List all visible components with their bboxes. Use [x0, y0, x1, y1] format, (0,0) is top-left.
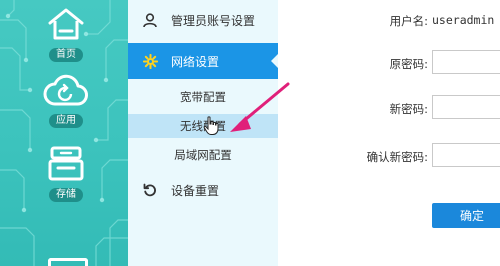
old-password-input[interactable] [432, 50, 500, 74]
rail-item-apps[interactable]: 应用 [38, 74, 94, 128]
settings-menu: 管理员账号设置 网络设置 宽带配置 无线配置 局域网配置 设备重置 [128, 0, 278, 266]
new-password-input[interactable] [432, 95, 500, 119]
submenu-item-label: 局域网配置 [174, 148, 232, 162]
reset-icon [142, 182, 158, 198]
confirm-password-label: 确认新密码: [366, 150, 428, 164]
username-value: useradmin [432, 13, 495, 27]
submenu-item-label: 宽带配置 [180, 90, 226, 104]
confirm-button[interactable]: 确定 [432, 203, 500, 228]
menu-item-label: 网络设置 [171, 54, 220, 69]
submenu-item-lan[interactable]: 局域网配置 [128, 143, 278, 167]
rail-item-storage[interactable]: 存储 [38, 144, 94, 202]
menu-item-label: 管理员账号设置 [171, 13, 256, 28]
confirm-password-input[interactable] [432, 143, 500, 167]
icon-rail: 首页 应用 存储 [0, 0, 128, 266]
submenu-item-wireless[interactable]: 无线配置 [128, 114, 278, 138]
submenu-item-label: 无线配置 [180, 119, 226, 133]
rail-label-apps: 应用 [49, 114, 83, 128]
menu-item-admin-account[interactable]: 管理员账号设置 [128, 0, 278, 40]
old-password-label: 原密码: [389, 57, 428, 71]
rail-item-partial-icon[interactable] [48, 258, 88, 266]
user-icon [142, 12, 158, 28]
home-icon [48, 8, 84, 40]
menu-item-network-settings[interactable]: 网络设置 [128, 43, 278, 79]
username-label: 用户名: [389, 14, 428, 28]
confirm-button-label: 确定 [460, 209, 485, 223]
submenu-item-broadband[interactable]: 宽带配置 [128, 85, 278, 109]
new-password-label: 新密码: [389, 102, 428, 116]
menu-item-label: 设备重置 [171, 183, 220, 198]
cloud-icon [43, 74, 88, 106]
rail-label-home: 首页 [49, 48, 83, 62]
gear-icon [142, 53, 158, 69]
storage-icon [48, 146, 84, 181]
menu-item-device-reset[interactable]: 设备重置 [128, 172, 278, 208]
rail-item-home[interactable]: 首页 [38, 6, 94, 62]
rail-label-storage: 存储 [49, 188, 83, 202]
